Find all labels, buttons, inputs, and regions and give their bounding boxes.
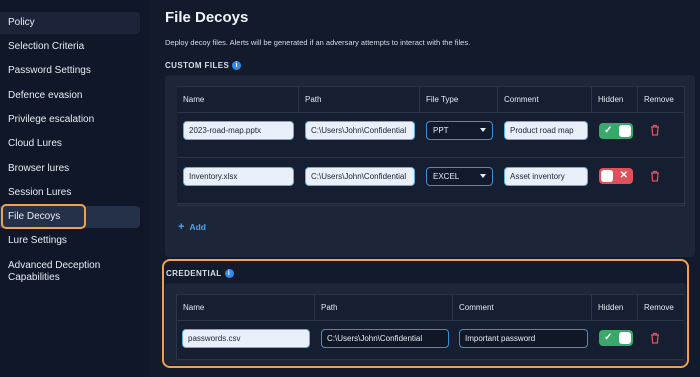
sidebar-item-session-lures[interactable]: Session Lures — [0, 182, 140, 204]
hidden-toggle[interactable]: ✓ — [599, 123, 633, 139]
custom-files-col-remove: Remove — [638, 87, 684, 113]
custom-files-label-text: CUSTOM FILES — [165, 61, 230, 70]
info-icon[interactable]: i — [232, 61, 242, 71]
add-label: Add — [189, 222, 206, 232]
hidden-toggle[interactable]: ✕ — [599, 168, 633, 184]
custom-files-col-path: Path — [299, 87, 420, 113]
chevron-down-icon — [480, 128, 486, 132]
sidebar-item-password-settings[interactable]: Password Settings — [0, 60, 140, 82]
custom-files-section-label: CUSTOM FILES i — [165, 61, 242, 71]
sidebar-item-defence-evasion[interactable]: Defence evasion — [0, 85, 140, 107]
file-comment-input[interactable]: Product road map — [504, 121, 588, 140]
file-path-input[interactable]: C:\Users\John\Confidential — [305, 121, 415, 140]
file-type-select[interactable]: PPT — [426, 121, 493, 140]
trash-icon[interactable] — [650, 124, 660, 136]
sidebar-item-selection-criteria[interactable]: Selection Criteria — [0, 36, 140, 58]
toggle-knob — [601, 170, 613, 182]
file-path-input[interactable]: C:\Users\John\Confidential — [305, 167, 415, 186]
add-file-button[interactable]: + Add — [178, 221, 206, 233]
custom-files-col-file-type: File Type — [420, 87, 498, 113]
toggle-knob — [619, 125, 631, 137]
sidebar-item-lure-settings[interactable]: Lure Settings — [0, 230, 140, 252]
page-description: Deploy decoy files. Alerts will be gener… — [165, 38, 471, 47]
file-name-input[interactable]: 2023-road-map.pptx — [183, 121, 294, 140]
sidebar-item-browser-lures[interactable]: Browser lures — [0, 158, 140, 180]
sidebar-item-policy[interactable]: Policy — [0, 12, 140, 34]
file-comment-input[interactable]: Asset inventory — [504, 167, 588, 186]
file-type-value: EXCEL — [433, 172, 460, 181]
highlight-file-decoys — [1, 204, 86, 229]
sidebar: Policy Selection Criteria Password Setti… — [0, 0, 150, 377]
highlight-credential-section — [162, 259, 689, 368]
custom-files-col-hidden: Hidden — [592, 87, 638, 113]
custom-files-col-name: Name — [177, 87, 299, 113]
file-type-select[interactable]: EXCEL — [426, 167, 493, 186]
trash-icon[interactable] — [650, 170, 660, 182]
custom-files-col-comment: Comment — [498, 87, 592, 113]
page-title: File Decoys — [165, 9, 249, 26]
chevron-down-icon — [480, 174, 486, 178]
check-icon: ✓ — [604, 125, 613, 136]
sidebar-item-privilege-escalation[interactable]: Privilege escalation — [0, 109, 140, 131]
file-type-value: PPT — [433, 126, 449, 135]
plus-icon: + — [178, 221, 185, 233]
file-name-input[interactable]: Inventory.xlsx — [183, 167, 294, 186]
sidebar-item-advanced-deception[interactable]: Advanced Deception Capabilities — [0, 257, 120, 287]
close-icon: ✕ — [619, 170, 628, 181]
sidebar-item-cloud-lures[interactable]: Cloud Lures — [0, 133, 140, 155]
